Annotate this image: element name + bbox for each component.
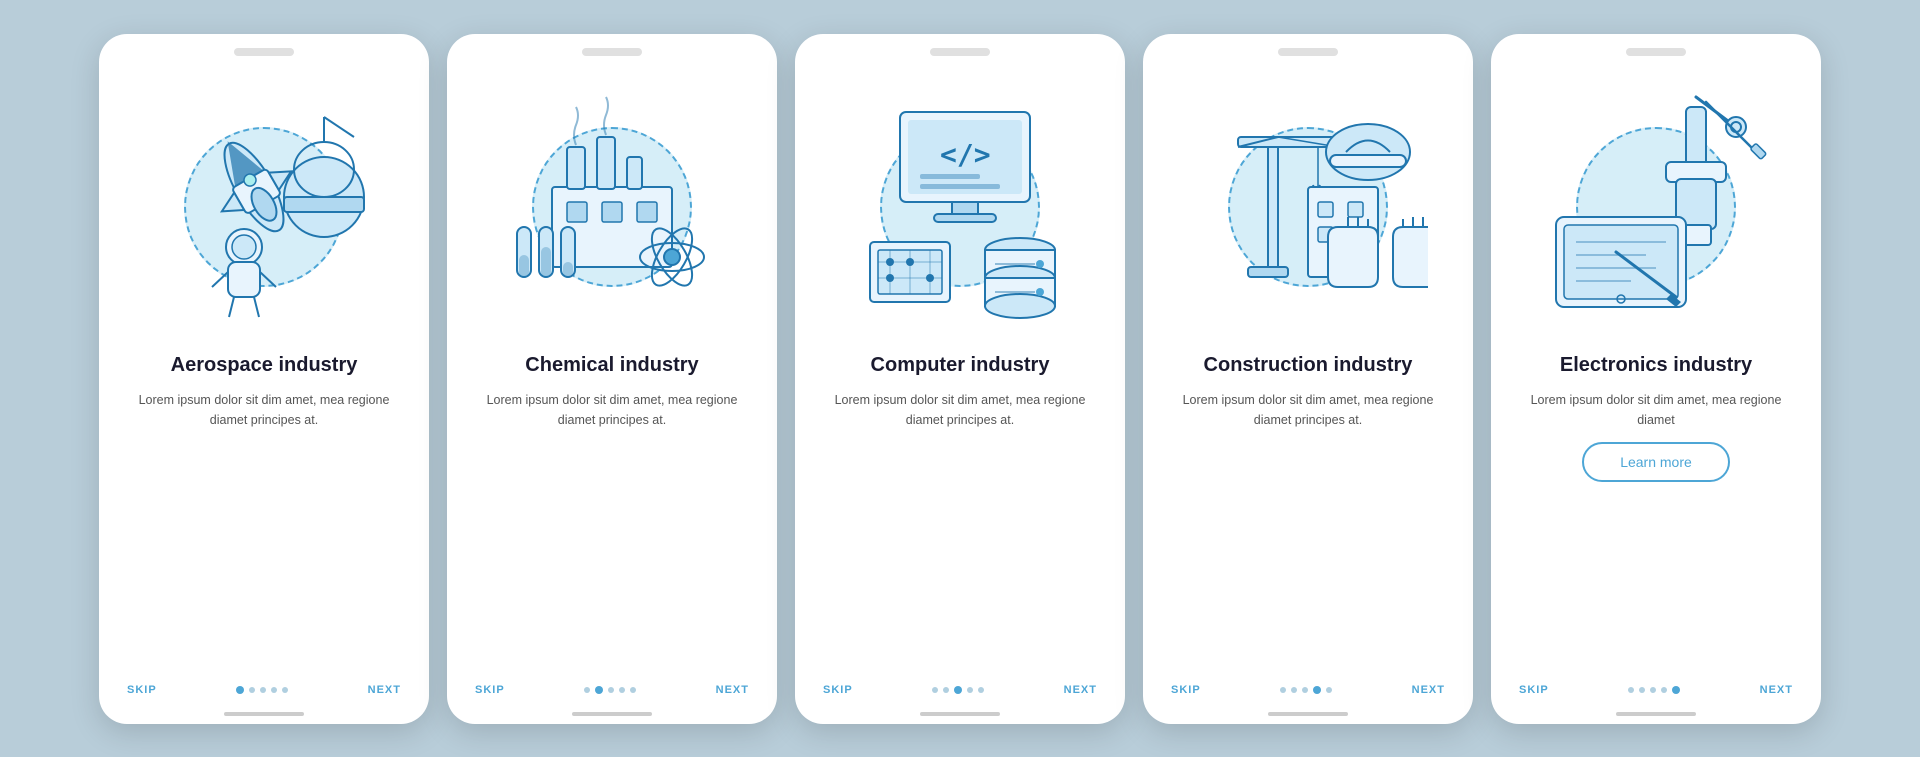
phone-screen-aerospace: Aerospace industry Lorem ipsum dolor sit… [99, 34, 429, 724]
skip-button-aerospace[interactable]: SKIP [127, 684, 157, 696]
dot-1 [1628, 687, 1634, 693]
dots-aerospace [236, 686, 288, 694]
desc-aerospace: Lorem ipsum dolor sit dim amet, mea regi… [127, 390, 401, 430]
chemical-icon [492, 87, 732, 327]
dot-5 [282, 687, 288, 693]
phone-screen-electronics: Electronics industry Lorem ipsum dolor s… [1491, 34, 1821, 724]
dot-2 [1639, 687, 1645, 693]
title-computer: Computer industry [871, 352, 1050, 378]
skip-button-computer[interactable]: SKIP [823, 684, 853, 696]
title-electronics: Electronics industry [1560, 352, 1752, 378]
dots-computer [932, 686, 984, 694]
next-button-construction[interactable]: NEXT [1412, 684, 1445, 696]
desc-chemical: Lorem ipsum dolor sit dim amet, mea regi… [475, 390, 749, 430]
phone-notch-computer [930, 48, 990, 56]
content-aerospace: Aerospace industry Lorem ipsum dolor sit… [99, 352, 429, 674]
desc-electronics: Lorem ipsum dolor sit dim amet, mea regi… [1519, 390, 1793, 430]
illustration-aerospace [99, 62, 429, 352]
home-indicator-chemical [572, 712, 652, 716]
skip-button-electronics[interactable]: SKIP [1519, 684, 1549, 696]
dot-1 [932, 687, 938, 693]
title-construction: Construction industry [1204, 352, 1413, 378]
dot-1 [584, 687, 590, 693]
next-button-computer[interactable]: NEXT [1064, 684, 1097, 696]
content-construction: Construction industry Lorem ipsum dolor … [1143, 352, 1473, 674]
illustration-construction [1143, 62, 1473, 352]
dot-4 [619, 687, 625, 693]
dots-construction [1280, 686, 1332, 694]
bottom-nav-computer: SKIP NEXT [795, 674, 1125, 712]
dot-3 [260, 687, 266, 693]
phone-screen-construction: Construction industry Lorem ipsum dolor … [1143, 34, 1473, 724]
phone-top-aerospace [99, 34, 429, 62]
dots-electronics [1628, 686, 1680, 694]
phone-notch-electronics [1626, 48, 1686, 56]
bottom-nav-chemical: SKIP NEXT [447, 674, 777, 712]
title-aerospace: Aerospace industry [171, 352, 358, 378]
phone-screen-computer: </> [795, 34, 1125, 724]
skip-button-chemical[interactable]: SKIP [475, 684, 505, 696]
desc-computer: Lorem ipsum dolor sit dim amet, mea regi… [823, 390, 1097, 430]
dot-4 [271, 687, 277, 693]
dot-4 [1313, 686, 1321, 694]
dot-3 [954, 686, 962, 694]
phone-notch [234, 48, 294, 56]
dot-4 [967, 687, 973, 693]
next-button-aerospace[interactable]: NEXT [368, 684, 401, 696]
dot-2 [943, 687, 949, 693]
dot-3 [1650, 687, 1656, 693]
dots-chemical [584, 686, 636, 694]
phone-top-computer [795, 34, 1125, 62]
illustration-electronics [1491, 62, 1821, 352]
bottom-nav-aerospace: SKIP NEXT [99, 674, 429, 712]
home-indicator-construction [1268, 712, 1348, 716]
dot-5 [978, 687, 984, 693]
dot-2 [595, 686, 603, 694]
home-indicator-electronics [1616, 712, 1696, 716]
phone-top-chemical [447, 34, 777, 62]
dot-3 [1302, 687, 1308, 693]
dot-1 [236, 686, 244, 694]
title-chemical: Chemical industry [525, 352, 698, 378]
dot-5 [1326, 687, 1332, 693]
content-electronics: Electronics industry Lorem ipsum dolor s… [1491, 352, 1821, 674]
electronics-icon [1536, 87, 1776, 327]
illustration-chemical [447, 62, 777, 352]
phone-notch-construction [1278, 48, 1338, 56]
home-indicator-aerospace [224, 712, 304, 716]
computer-icon: </> [840, 87, 1080, 327]
home-indicator-computer [920, 712, 1000, 716]
next-button-chemical[interactable]: NEXT [716, 684, 749, 696]
dot-4 [1661, 687, 1667, 693]
dot-5 [630, 687, 636, 693]
next-button-electronics[interactable]: NEXT [1760, 684, 1793, 696]
bottom-nav-construction: SKIP NEXT [1143, 674, 1473, 712]
phone-notch-chemical [582, 48, 642, 56]
dot-1 [1280, 687, 1286, 693]
phone-top-construction [1143, 34, 1473, 62]
phone-screen-chemical: Chemical industry Lorem ipsum dolor sit … [447, 34, 777, 724]
svg-text:</>: </> [940, 138, 991, 171]
content-chemical: Chemical industry Lorem ipsum dolor sit … [447, 352, 777, 674]
illustration-computer: </> [795, 62, 1125, 352]
content-computer: Computer industry Lorem ipsum dolor sit … [795, 352, 1125, 674]
aerospace-icon [144, 87, 384, 327]
dot-3 [608, 687, 614, 693]
skip-button-construction[interactable]: SKIP [1171, 684, 1201, 696]
screens-container: Aerospace industry Lorem ipsum dolor sit… [59, 4, 1861, 754]
bottom-nav-electronics: SKIP NEXT [1491, 674, 1821, 712]
phone-top-electronics [1491, 34, 1821, 62]
learn-more-button[interactable]: Learn more [1582, 442, 1730, 482]
dot-2 [249, 687, 255, 693]
desc-construction: Lorem ipsum dolor sit dim amet, mea regi… [1171, 390, 1445, 430]
construction-icon [1188, 87, 1428, 327]
dot-2 [1291, 687, 1297, 693]
dot-5 [1672, 686, 1680, 694]
